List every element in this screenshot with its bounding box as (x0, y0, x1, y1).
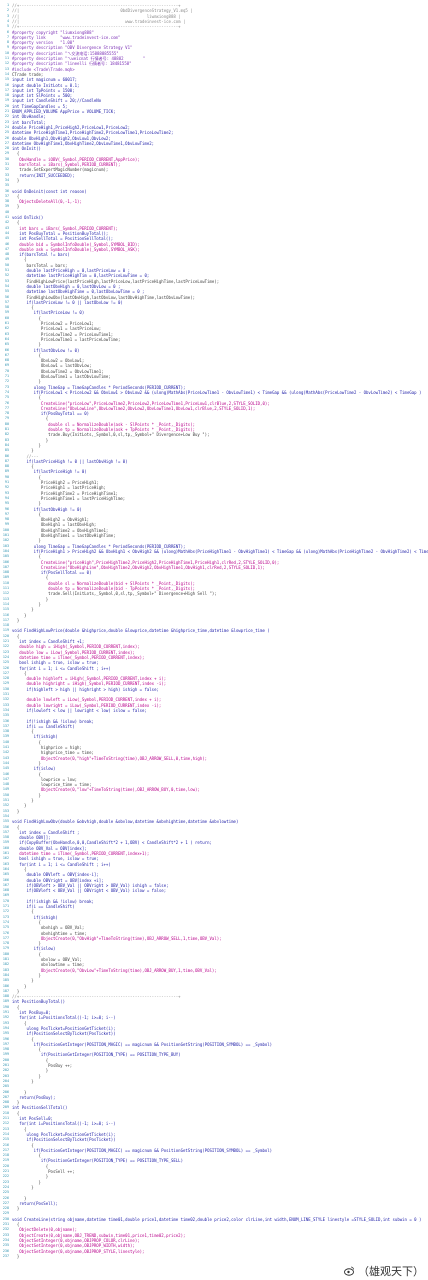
weibo-icon (344, 1266, 354, 1276)
line-number: 237 (2, 1253, 9, 1258)
code-text: } (12, 1253, 20, 1259)
code-line: 237 } (0, 1253, 428, 1260)
watermark: （雄观天下） (308, 1262, 428, 1280)
watermark-text: （雄观天下） (358, 1265, 424, 1278)
code-editor[interactable]: 1//+------------------------------------… (0, 0, 428, 1262)
